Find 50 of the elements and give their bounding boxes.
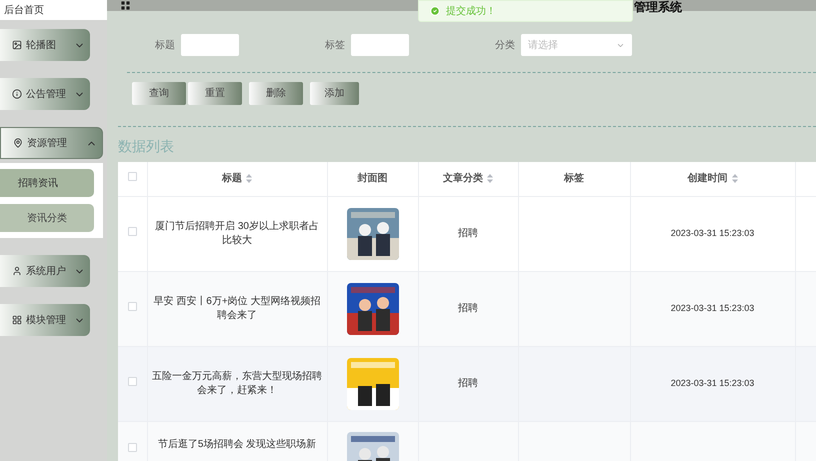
checkbox[interactable]	[128, 302, 137, 311]
column-header: 标签	[564, 172, 584, 186]
sort-icon[interactable]	[246, 174, 252, 184]
checkbox[interactable]	[128, 172, 137, 182]
image-icon	[12, 40, 22, 50]
table-cell: 招聘	[458, 378, 478, 389]
grid-icon	[12, 315, 22, 325]
table-cell: 早安 西安丨6万+岗位 大型网络视频招聘会来了	[154, 296, 320, 320]
input-field[interactable]	[351, 34, 409, 56]
sort-icon[interactable]	[732, 174, 738, 184]
submenu-item[interactable]: 招聘资讯	[0, 169, 94, 197]
info-icon	[12, 89, 22, 99]
user-icon	[12, 266, 22, 276]
checkbox[interactable]	[128, 442, 137, 452]
menu-item[interactable]: 轮播图	[0, 29, 90, 61]
column-header: 标题	[222, 172, 242, 186]
input-field[interactable]	[181, 34, 239, 56]
sort-icon[interactable]	[487, 174, 493, 184]
home-tab[interactable]: 后台首页	[0, 0, 107, 20]
grid-icon[interactable]	[120, 0, 131, 11]
table-cell: 2023-03-31 15:23:03	[670, 228, 754, 238]
system-title: 管理系统	[634, 0, 682, 14]
table-cell: 节后逛了5场招聘会 发现这些职场新	[158, 438, 316, 450]
table-cell: 五险一金万元高薪，东营大型现场招聘会来了，赶紧来！	[152, 370, 322, 396]
submenu-item[interactable]: 资讯分类	[0, 204, 94, 232]
check-icon	[430, 6, 440, 16]
action-button[interactable]: 重置	[188, 82, 242, 105]
table-cell: 厦门节后招聘开启 30岁以上求职者占比较大	[155, 220, 319, 246]
column-header: 创建时间	[688, 172, 728, 186]
pin-icon	[13, 138, 23, 148]
checkbox[interactable]	[128, 377, 137, 386]
column-header: 文章分类	[443, 171, 483, 186]
field-label: 标签	[325, 38, 345, 52]
checkbox[interactable]	[128, 227, 137, 236]
action-button[interactable]: 添加	[310, 82, 359, 105]
action-button[interactable]: 查询	[132, 82, 186, 105]
field-label: 分类	[495, 38, 515, 52]
action-button[interactable]: 删除	[249, 82, 303, 105]
table-cell: 招聘	[458, 228, 478, 239]
list-title: 数据列表	[118, 137, 175, 155]
table-cell: 2023-03-31 15:23:03	[670, 378, 754, 388]
table-cell: 2023-03-31 15:23:03	[670, 303, 754, 313]
menu-item[interactable]: 系统用户	[0, 255, 90, 287]
field-label: 标题	[155, 38, 175, 52]
table-cell: 招聘	[458, 303, 478, 314]
menu-item[interactable]: 模块管理	[0, 304, 90, 336]
menu-item[interactable]: 资源管理	[0, 127, 103, 159]
success-toast: 提交成功！	[418, 0, 633, 22]
menu-item[interactable]: 公告管理	[0, 78, 90, 110]
column-header: 封面图	[358, 172, 388, 186]
